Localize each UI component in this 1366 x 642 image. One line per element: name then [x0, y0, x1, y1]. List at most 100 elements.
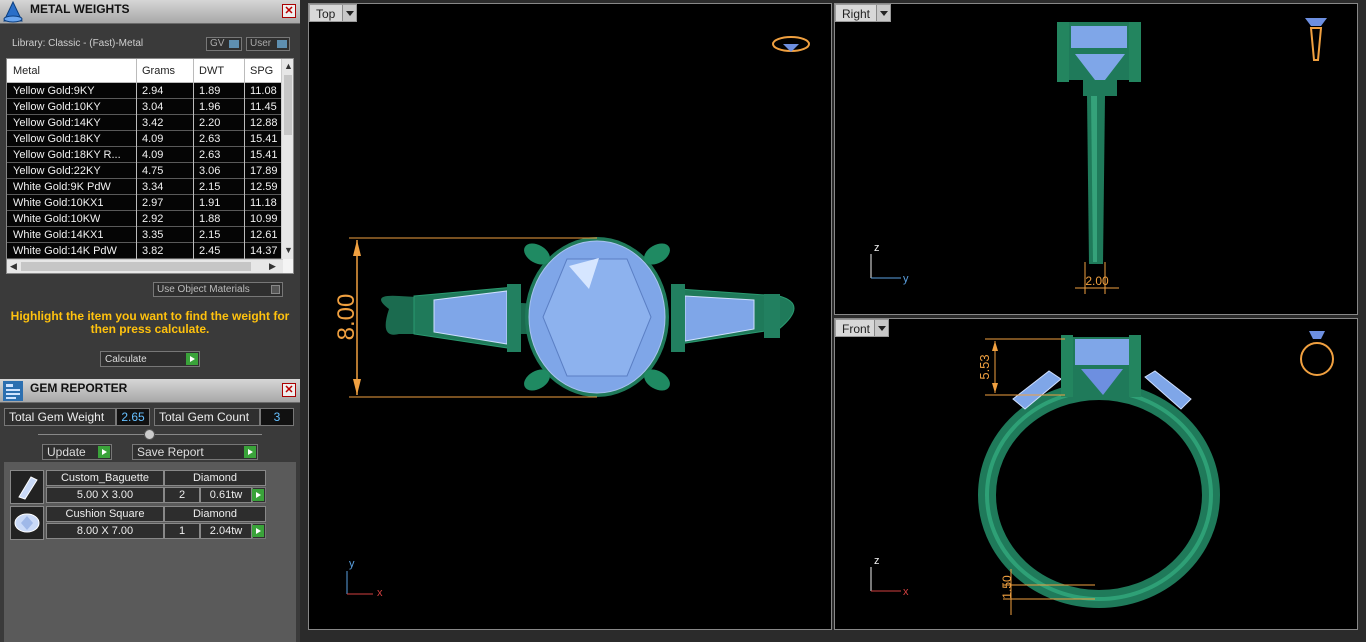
table-row[interactable]: White Gold:14K PdW 3.82 2.45 14.37 — [7, 243, 283, 259]
gem-count: 2 — [164, 487, 200, 503]
cell-metal: White Gold:10KX1 — [13, 197, 104, 209]
checkbox-icon[interactable] — [271, 285, 280, 294]
front-view-canvas: 5.53 1.50 z x — [870, 331, 1334, 615]
gem-reporter-icon — [3, 381, 23, 401]
metal-weights-title: METAL WEIGHTS — [30, 2, 130, 16]
go-arrow-icon — [186, 353, 198, 365]
scroll-down-icon[interactable]: ▼ — [284, 245, 293, 255]
use-object-materials-checkbox[interactable]: Use Object Materials — [153, 282, 283, 297]
cell-grams: 4.75 — [142, 165, 164, 177]
table-row[interactable]: Yellow Gold:14KY 3.42 2.20 12.88 — [7, 115, 283, 131]
cell-dwt: 2.15 — [199, 229, 221, 241]
cell-metal: Yellow Gold:9KY — [13, 85, 95, 97]
use-object-materials-label: Use Object Materials — [157, 284, 250, 295]
table-row[interactable]: Yellow Gold:18KY 4.09 2.63 15.41 — [7, 131, 283, 147]
gem-row-baguette[interactable]: Custom_Baguette Diamond 5.00 X 3.00 2 0.… — [10, 470, 266, 504]
right-view-canvas: 2.00 z y — [870, 18, 1327, 294]
save-report-button[interactable]: Save Report — [132, 444, 258, 460]
cell-dwt: 2.63 — [199, 149, 221, 161]
calculate-button[interactable]: Calculate — [100, 351, 200, 367]
scroll-right-icon[interactable]: ▶ — [269, 261, 276, 272]
scroll-up-icon[interactable]: ▲ — [284, 61, 293, 71]
axis-z-label: z — [874, 555, 880, 567]
cell-grams: 4.09 — [142, 133, 164, 145]
calculate-label: Calculate — [105, 354, 147, 365]
front-viewport[interactable]: Front 5.53 1.50 z x — [834, 318, 1358, 630]
cell-grams: 3.04 — [142, 101, 164, 113]
right-viewport[interactable]: Right 2.00 z y — [834, 3, 1358, 315]
gem-count: 1 — [164, 523, 200, 539]
gem-material: Diamond — [164, 506, 266, 522]
table-header: Metal Grams DWT SPG — [7, 59, 283, 83]
gem-size: 5.00 X 3.00 — [46, 487, 164, 503]
table-row[interactable]: Yellow Gold:18KY R... 4.09 2.63 15.41 — [7, 147, 283, 163]
column-header-grams[interactable]: Grams — [142, 65, 175, 77]
cell-grams: 3.42 — [142, 117, 164, 129]
gem-details-button[interactable] — [252, 487, 266, 503]
cell-metal: White Gold:14KX1 — [13, 229, 104, 241]
cell-metal: Yellow Gold:22KY — [13, 165, 101, 177]
vertical-scrollbar[interactable]: ▲ ▼ — [281, 59, 293, 259]
gv-toggle[interactable]: GV — [206, 37, 242, 51]
cell-spg: 15.41 — [250, 149, 278, 161]
cell-dwt: 1.89 — [199, 85, 221, 97]
column-header-dwt[interactable]: DWT — [199, 65, 224, 77]
scroll-left-icon[interactable]: ◀ — [10, 261, 17, 272]
baguette-gem-icon — [10, 470, 44, 504]
cell-metal: Yellow Gold:18KY — [13, 133, 101, 145]
close-icon[interactable]: ✕ — [282, 383, 296, 397]
cell-spg: 10.99 — [250, 213, 278, 225]
gem-weight: 2.04tw — [200, 523, 252, 539]
right-dimension-label: 2.00 — [1085, 274, 1109, 288]
cell-metal: White Gold:9K PdW — [13, 181, 111, 193]
close-icon[interactable]: ✕ — [282, 4, 296, 18]
gem-reporter-header: GEM REPORTER ✕ — [0, 379, 300, 403]
cell-spg: 11.45 — [250, 101, 277, 113]
scroll-thumb[interactable] — [284, 75, 292, 135]
table-row[interactable]: White Gold:9K PdW 3.34 2.15 12.59 — [7, 179, 283, 195]
scroll-thumb-horizontal[interactable] — [21, 262, 251, 271]
go-arrow-icon — [244, 446, 256, 458]
update-button[interactable]: Update — [42, 444, 112, 460]
gem-details-button[interactable] — [252, 523, 266, 539]
cell-grams: 2.92 — [142, 213, 164, 225]
cell-spg: 12.59 — [250, 181, 278, 193]
cell-dwt: 1.88 — [199, 213, 221, 225]
table-row[interactable]: Yellow Gold:10KY 3.04 1.96 11.45 — [7, 99, 283, 115]
top-view-canvas: 8.00 y x — [333, 36, 810, 599]
cell-spg: 12.88 — [250, 117, 278, 129]
axis-y-label: y — [349, 558, 355, 570]
front-shank-dimension: 1.50 — [1000, 575, 1014, 599]
cell-metal: White Gold:10KW — [13, 213, 101, 225]
update-label: Update — [47, 445, 86, 459]
cell-grams: 2.97 — [142, 197, 164, 209]
total-gem-weight-label: Total Gem Weight — [4, 408, 116, 426]
go-arrow-icon — [252, 489, 264, 501]
gem-shape: Cushion Square — [46, 506, 164, 522]
table-row[interactable]: Yellow Gold:9KY 2.94 1.89 11.08 — [7, 83, 283, 99]
cell-dwt: 1.91 — [199, 197, 221, 209]
user-toggle[interactable]: User — [246, 37, 290, 51]
axis-z-label: z — [874, 242, 880, 254]
total-gem-count-value: 3 — [260, 408, 294, 426]
slider-handle[interactable] — [144, 429, 155, 440]
top-viewport[interactable]: Top 8.00 y x — [308, 3, 832, 630]
left-panel: METAL WEIGHTS ✕ Library: Classic - (Fast… — [0, 0, 300, 642]
orientation-icon — [772, 36, 810, 52]
cell-metal: Yellow Gold:10KY — [13, 101, 101, 113]
table-row[interactable]: White Gold:14KX1 3.35 2.15 12.61 — [7, 227, 283, 243]
table-row[interactable]: White Gold:10KW 2.92 1.88 10.99 — [7, 211, 283, 227]
gem-weight: 0.61tw — [200, 487, 252, 503]
cell-metal: Yellow Gold:14KY — [13, 117, 101, 129]
gem-row-cushion[interactable]: Cushion Square Diamond 8.00 X 7.00 1 2.0… — [10, 506, 266, 540]
column-header-spg[interactable]: SPG — [250, 65, 273, 77]
column-header-metal[interactable]: Metal — [13, 65, 40, 77]
gem-material: Diamond — [164, 470, 266, 486]
table-row[interactable]: White Gold:10KX1 2.97 1.91 11.18 — [7, 195, 283, 211]
cell-metal: White Gold:14K PdW — [13, 245, 117, 257]
horizontal-scrollbar[interactable]: ◀ ▶ — [7, 259, 283, 273]
cell-dwt: 3.06 — [199, 165, 221, 177]
table-row[interactable]: Yellow Gold:22KY 4.75 3.06 17.89 — [7, 163, 283, 179]
cell-dwt: 2.45 — [199, 245, 221, 257]
gem-size: 8.00 X 7.00 — [46, 523, 164, 539]
